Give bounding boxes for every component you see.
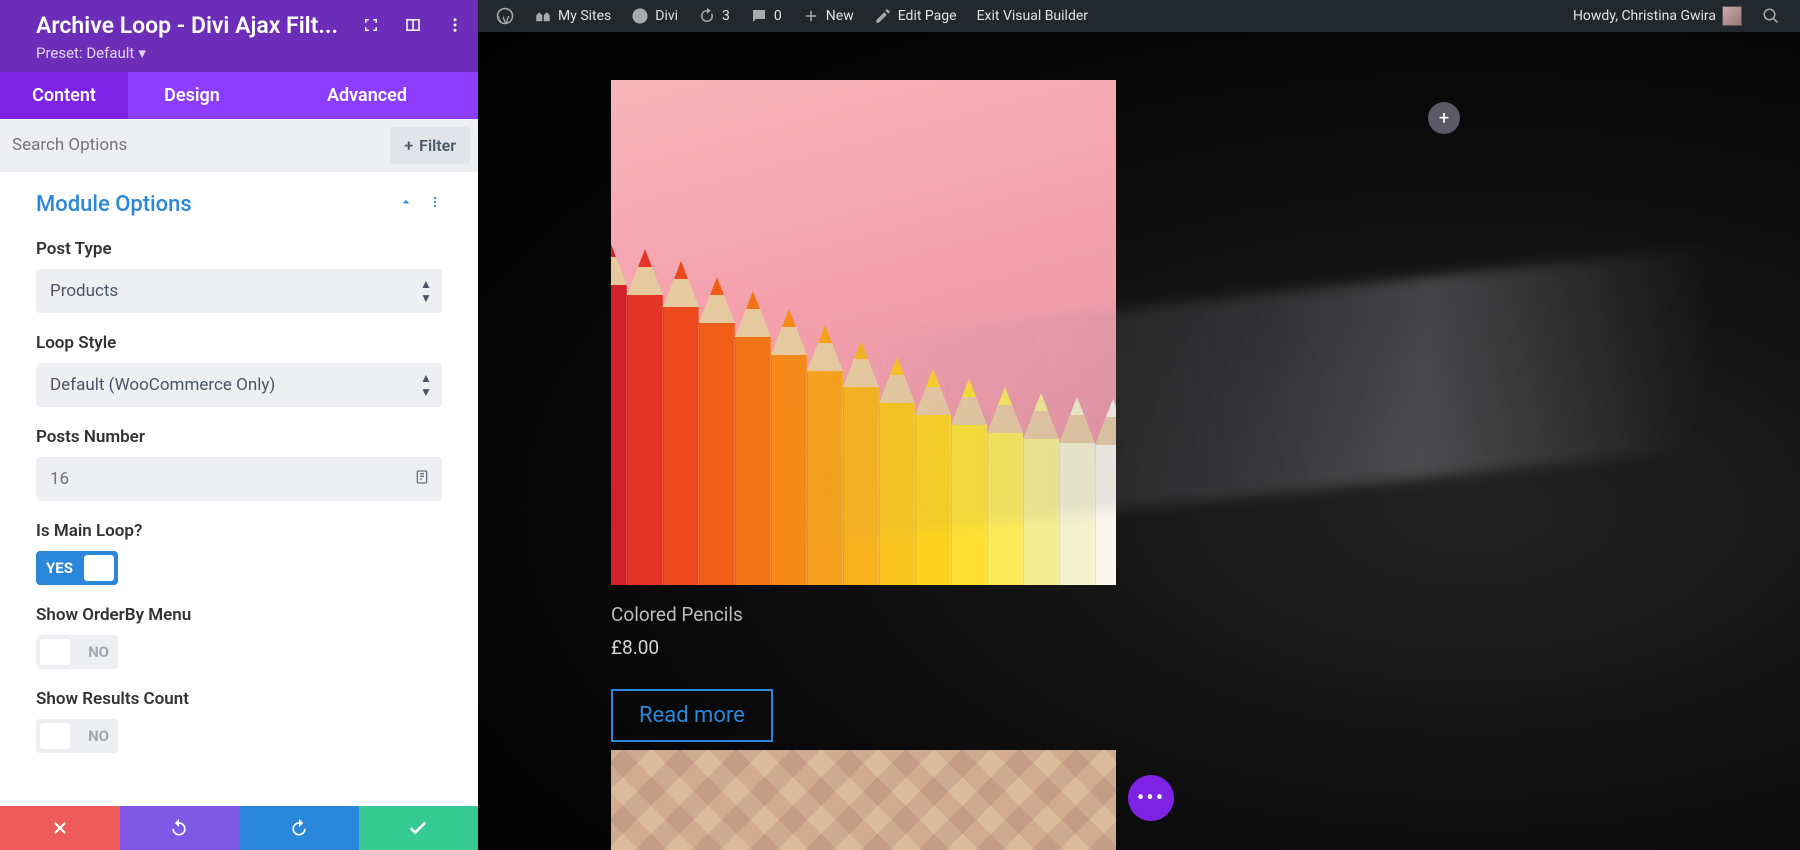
module-settings-panel: Archive Loop - Divi Ajax Filt... Preset:… (0, 0, 478, 850)
more-icon[interactable] (428, 194, 442, 214)
page-preview: My Sites Divi 3 0 New Edit Page (478, 0, 1800, 850)
field-loop-style: Loop Style Default (WooCommerce Only) ▲▼ (36, 333, 442, 407)
updates[interactable]: 3 (688, 7, 740, 25)
show-results-toggle[interactable]: NO (36, 719, 118, 753)
next-product-image[interactable] (611, 750, 1116, 850)
show-results-label: Show Results Count (36, 689, 442, 709)
chevron-up-icon[interactable] (398, 194, 414, 214)
tab-advanced[interactable]: Advanced (256, 72, 478, 119)
panel-title: Archive Loop - Divi Ajax Filt... (36, 12, 346, 40)
show-orderby-label: Show OrderBy Menu (36, 605, 442, 625)
howdy-user[interactable]: Howdy, Christina Gwira (1563, 6, 1752, 26)
divi-fab-button[interactable]: ••• (1128, 775, 1174, 821)
toggle-knob (40, 639, 70, 665)
panel-tabs: Content Design Advanced (0, 72, 478, 119)
wp-admin-bar: My Sites Divi 3 0 New Edit Page (478, 0, 1800, 32)
is-main-loop-label: Is Main Loop? (36, 521, 442, 541)
field-show-orderby: Show OrderBy Menu NO (36, 605, 442, 669)
post-type-select[interactable]: Products ▲▼ (36, 269, 442, 313)
columns-icon[interactable] (404, 16, 422, 39)
read-more-button[interactable]: Read more (611, 689, 773, 742)
my-sites[interactable]: My Sites (524, 7, 621, 25)
module-options-title: Module Options (36, 192, 192, 217)
field-post-type: Post Type Products ▲▼ (36, 239, 442, 313)
product-price: £8.00 (611, 636, 1116, 659)
select-caret-icon: ▲▼ (420, 371, 430, 399)
options-search-input[interactable] (12, 135, 382, 155)
save-button[interactable] (359, 806, 479, 850)
toggle-knob (84, 555, 114, 581)
field-is-main-loop: Is Main Loop? YES (36, 521, 442, 585)
loop-style-label: Loop Style (36, 333, 442, 353)
options-search-row: + Filter (0, 119, 478, 172)
panel-body: Module Options Post Type Products ▲▼ (0, 172, 478, 806)
select-caret-icon: ▲▼ (420, 277, 430, 305)
module-options-header[interactable]: Module Options (36, 192, 442, 217)
redo-button[interactable] (239, 806, 359, 850)
field-show-results-count: Show Results Count NO (36, 689, 442, 753)
expand-icon[interactable] (362, 16, 380, 39)
add-section-button[interactable]: + (1428, 102, 1460, 134)
product-card: Colored Pencils £8.00 Read more (611, 80, 1116, 742)
is-main-loop-toggle[interactable]: YES (36, 551, 118, 585)
field-posts-number: Posts Number (36, 427, 442, 501)
discard-button[interactable] (0, 806, 120, 850)
posts-number-label: Posts Number (36, 427, 442, 447)
search-icon[interactable] (1752, 7, 1790, 25)
product-image[interactable] (611, 80, 1116, 585)
pencils-illustration (611, 225, 1116, 585)
wp-logo[interactable] (486, 7, 524, 25)
panel-preset[interactable]: Preset: Default ▾ (36, 44, 462, 62)
more-icon[interactable] (446, 16, 464, 39)
post-type-label: Post Type (36, 239, 442, 259)
toggle-knob (40, 723, 70, 749)
comments[interactable]: 0 (740, 7, 792, 25)
tab-design[interactable]: Design (128, 72, 256, 119)
filter-button[interactable]: + Filter (390, 127, 470, 164)
loop-style-select[interactable]: Default (WooCommerce Only) ▲▼ (36, 363, 442, 407)
tab-content[interactable]: Content (0, 72, 128, 119)
plus-icon: + (404, 136, 413, 155)
site-name[interactable]: Divi (621, 7, 688, 25)
exit-visual-builder[interactable]: Exit Visual Builder (967, 8, 1098, 24)
show-orderby-toggle[interactable]: NO (36, 635, 118, 669)
avatar (1722, 6, 1742, 26)
panel-footer (0, 806, 478, 850)
posts-number-input[interactable] (36, 457, 442, 501)
chevron-down-icon: ▾ (138, 44, 146, 62)
panel-header: Archive Loop - Divi Ajax Filt... Preset:… (0, 0, 478, 72)
edit-page[interactable]: Edit Page (864, 7, 967, 25)
dynamic-content-icon[interactable] (414, 468, 430, 490)
new-content[interactable]: New (792, 7, 864, 25)
undo-button[interactable] (120, 806, 240, 850)
product-title[interactable]: Colored Pencils (611, 603, 1116, 626)
